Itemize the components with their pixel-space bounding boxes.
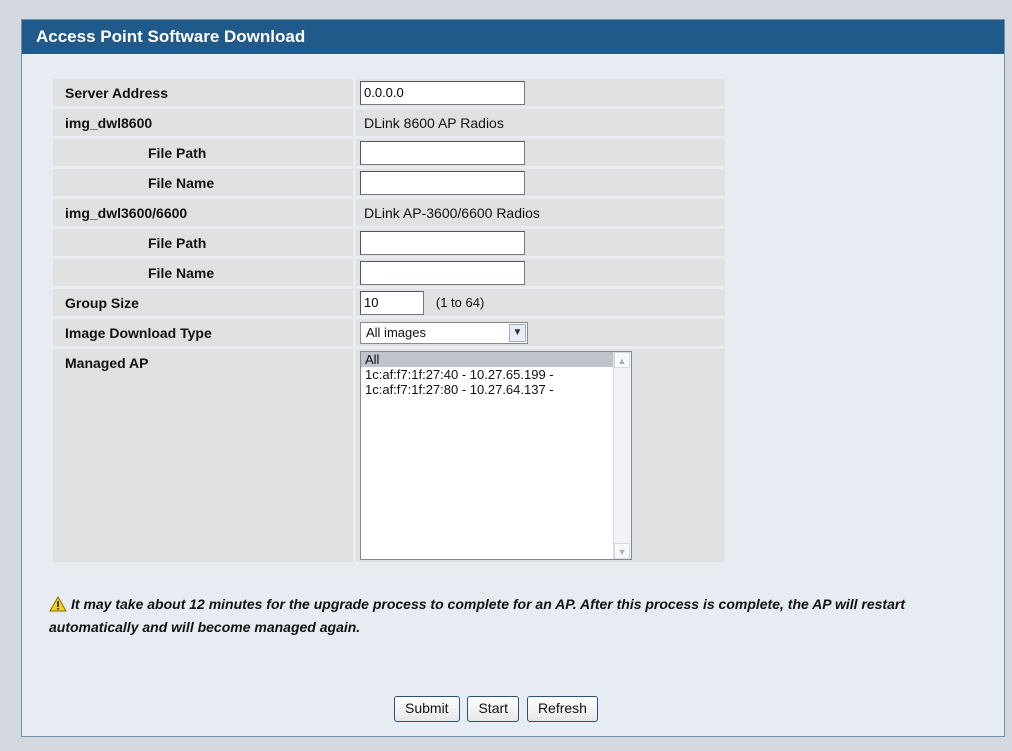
img2-path-label: File Path (53, 229, 353, 256)
start-button[interactable]: Start (467, 696, 520, 722)
server-address-input[interactable] (360, 80, 525, 105)
img2-path-input[interactable] (360, 230, 525, 255)
group-size-label: Group Size (53, 289, 353, 316)
scroll-up-icon[interactable]: ▲ (614, 352, 630, 368)
row-group-size: Group Size (1 to 64) (53, 289, 725, 316)
img1-name-input[interactable] (360, 170, 525, 195)
row-img1-name: File Name (53, 169, 725, 196)
img2-label: img_dwl3600/6600 (53, 199, 353, 226)
page-title: Access Point Software Download (22, 20, 1004, 54)
listbox-scrollbar[interactable]: ▲ ▼ (613, 352, 631, 559)
row-img1: img_dwl8600 DLink 8600 AP Radios (53, 109, 725, 136)
download-panel: Access Point Software Download Server Ad… (21, 19, 1005, 737)
img1-path-label: File Path (53, 139, 353, 166)
refresh-button[interactable]: Refresh (526, 696, 598, 722)
row-img2-path: File Path (53, 229, 725, 256)
managed-ap-listbox[interactable]: All 1c:af:f7:1f:27:40 - 10.27.65.199 - 1… (360, 351, 632, 560)
row-image-type: Image Download Type All images ▼ (53, 319, 725, 346)
img1-name-label: File Name (53, 169, 353, 196)
managed-ap-label: Managed AP (53, 349, 353, 562)
scroll-down-icon[interactable]: ▼ (614, 543, 630, 559)
img1-path-input[interactable] (360, 140, 525, 165)
image-type-select[interactable]: All images ▼ (360, 321, 528, 344)
row-managed-ap: Managed AP All 1c:af:f7:1f:27:40 - 10.27… (53, 349, 725, 562)
button-bar: Submit Start Refresh (394, 696, 602, 722)
img2-desc: DLink AP-3600/6600 Radios (356, 199, 725, 226)
row-img1-path: File Path (53, 139, 725, 166)
row-server-address: Server Address (53, 79, 725, 106)
img2-name-input[interactable] (360, 260, 525, 285)
row-img2-name: File Name (53, 259, 725, 286)
warning-icon (49, 595, 67, 617)
list-item[interactable]: 1c:af:f7:1f:27:40 - 10.27.65.199 - (361, 367, 631, 382)
image-type-value: All images (366, 324, 426, 340)
group-size-range: (1 to 64) (435, 295, 485, 310)
img1-desc: DLink 8600 AP Radios (356, 109, 725, 136)
server-address-label: Server Address (53, 79, 353, 106)
chevron-down-icon[interactable]: ▼ (509, 323, 526, 342)
upgrade-note-text: It may take about 12 minutes for the upg… (49, 596, 905, 635)
upgrade-note: It may take about 12 minutes for the upg… (49, 594, 989, 637)
row-img2: img_dwl3600/6600 DLink AP-3600/6600 Radi… (53, 199, 725, 226)
img2-name-label: File Name (53, 259, 353, 286)
list-item[interactable]: 1c:af:f7:1f:27:80 - 10.27.64.137 - (361, 382, 631, 397)
settings-form: Server Address img_dwl8600 DLink 8600 AP… (50, 76, 728, 565)
list-item[interactable]: All (361, 352, 631, 367)
submit-button[interactable]: Submit (394, 696, 460, 722)
img1-label: img_dwl8600 (53, 109, 353, 136)
group-size-input[interactable] (360, 290, 424, 315)
image-type-label: Image Download Type (53, 319, 353, 346)
